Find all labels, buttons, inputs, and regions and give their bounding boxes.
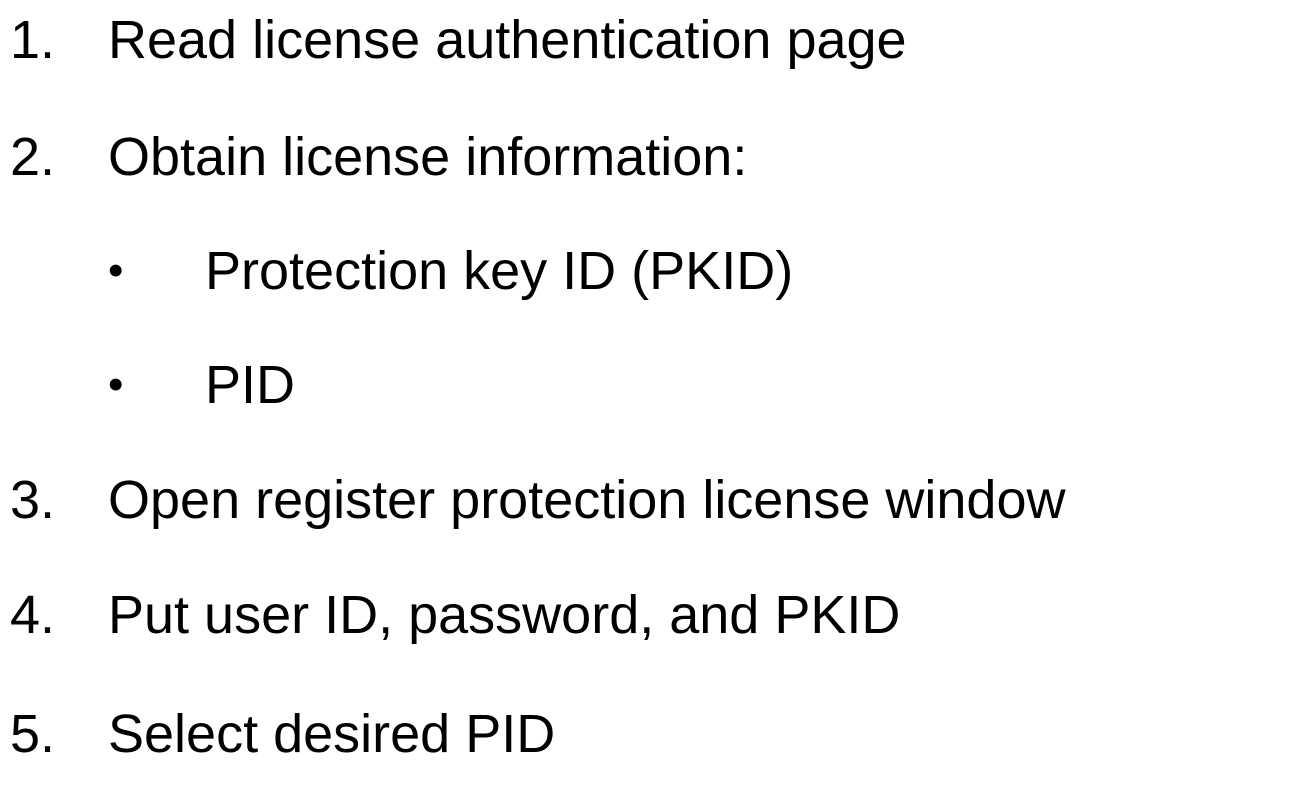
step-text: Select desired PID — [108, 704, 556, 764]
step-number: 1. — [10, 10, 56, 70]
step-number: 4. — [10, 585, 56, 645]
step-text: Read license authentication page — [108, 10, 907, 70]
step-number: 2. — [10, 127, 56, 187]
step-text: Put user ID, password, and PKID — [108, 585, 901, 645]
sub-item-text: PID — [205, 355, 296, 415]
step-number: 3. — [10, 470, 56, 530]
bullet-icon: • — [108, 360, 124, 409]
step-number: 5. — [10, 704, 56, 764]
step-text: Obtain license information: — [108, 127, 748, 187]
steps-list: 1. Read license authentication page 2. O… — [0, 0, 1304, 803]
step-text: Open register protection license window — [108, 470, 1066, 530]
bullet-icon: • — [108, 246, 124, 295]
sub-item-text: Protection key ID (PKID) — [205, 241, 794, 301]
